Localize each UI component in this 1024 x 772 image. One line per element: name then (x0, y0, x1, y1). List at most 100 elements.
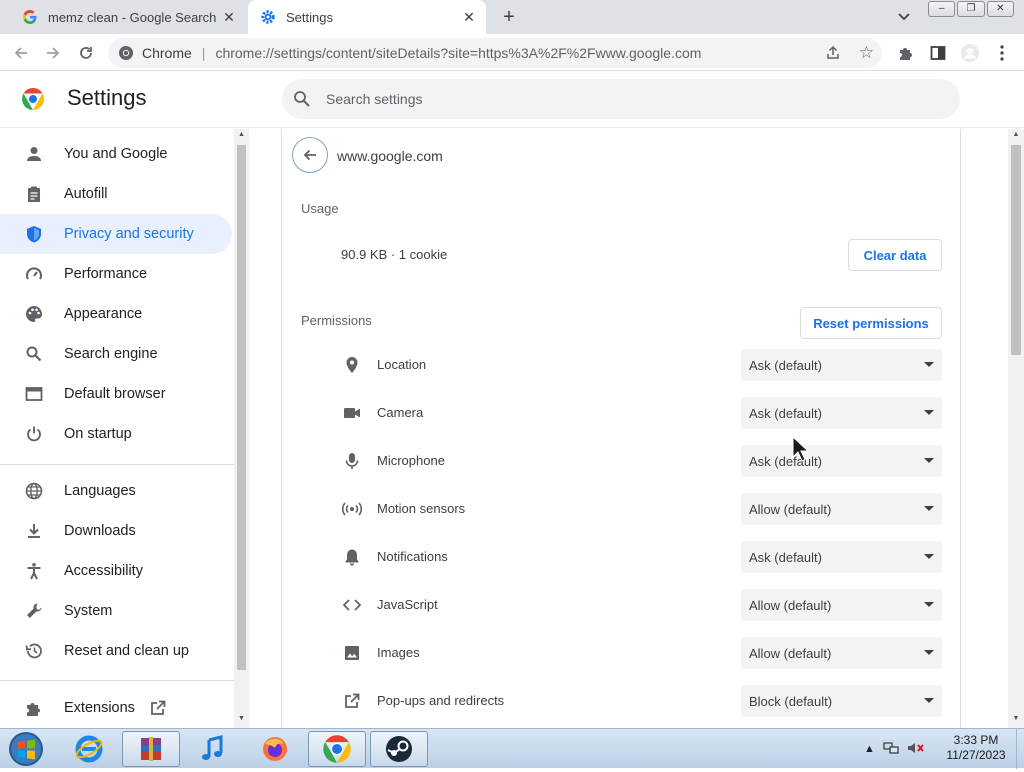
open-in-new-icon (342, 691, 362, 711)
scrollbar-thumb[interactable] (1011, 145, 1021, 355)
permission-row-javascript: JavaScript Allow (default) (282, 583, 962, 631)
winrar-icon[interactable] (122, 731, 180, 767)
dropdown-arrow-icon (924, 650, 934, 655)
scroll-down-arrow-icon[interactable]: ▼ (234, 715, 249, 722)
permission-select-notifications[interactable]: Ask (default) (741, 541, 942, 573)
search-box[interactable] (282, 79, 960, 119)
permission-label: Images (377, 645, 420, 660)
volume-muted-icon[interactable] (907, 741, 925, 758)
clock-time: 3:33 PM (953, 733, 999, 747)
sidebar-item-appearance[interactable]: Appearance (0, 294, 232, 334)
kebab-menu-icon[interactable] (992, 43, 1012, 63)
back-button[interactable] (292, 137, 328, 173)
tab-google-search[interactable]: memz clean - Google Search ✕ (8, 0, 246, 34)
page-title: Settings (67, 85, 147, 110)
extensions-puzzle-icon[interactable] (896, 43, 916, 63)
internet-explorer-icon[interactable] (60, 731, 118, 767)
permission-select-motion-sensors[interactable]: Allow (default) (741, 493, 942, 525)
show-hidden-icons-icon[interactable]: ▲ (864, 743, 875, 755)
close-tab-icon[interactable]: ✕ (458, 9, 480, 26)
scroll-down-arrow-icon[interactable]: ▼ (1008, 715, 1024, 722)
google-g-icon (22, 9, 38, 25)
scroll-up-arrow-icon[interactable]: ▲ (234, 131, 249, 138)
permission-row-microphone: Microphone Ask (default) (282, 439, 962, 487)
chrome-site-icon (118, 45, 134, 61)
tab-search-chevron-icon[interactable] (894, 8, 914, 26)
permission-label: Pop-ups and redirects (377, 693, 505, 708)
permission-select-location[interactable]: Ask (default) (741, 349, 942, 381)
scroll-up-arrow-icon[interactable]: ▲ (1008, 131, 1024, 138)
permission-value: Allow (default) (749, 597, 832, 613)
usage-header: Usage (301, 201, 339, 216)
mouse-cursor-icon (792, 435, 816, 469)
site-details-panel: www.google.com Usage 90.9 KB · 1 cookie … (249, 129, 1008, 728)
sidebar-item-default-browser[interactable]: Default browser (0, 374, 232, 414)
back-arrow-icon[interactable] (10, 42, 32, 64)
sidebar-item-privacy-and-security[interactable]: Privacy and security (0, 214, 232, 254)
permissions-header: Permissions (301, 313, 372, 328)
search-input[interactable] (326, 91, 886, 107)
clock[interactable]: 3:33 PM 11/27/2023 (938, 733, 1014, 763)
steam-icon[interactable] (370, 731, 428, 767)
sidebar-item-you-and-google[interactable]: You and Google (0, 134, 232, 174)
sidebar-item-search-engine[interactable]: Search engine (0, 334, 232, 374)
sidebar-item-extensions[interactable]: Extensions (0, 688, 232, 728)
system-tray: ▲ (864, 733, 934, 765)
reset-permissions-button[interactable]: Reset permissions (800, 307, 942, 339)
download-icon (24, 521, 44, 541)
minimize-button[interactable]: – (928, 1, 956, 17)
permission-select-popups[interactable]: Block (default) (741, 685, 942, 717)
side-panel-icon[interactable] (928, 43, 948, 63)
tab-settings[interactable]: Settings ✕ (248, 0, 486, 34)
reload-icon[interactable] (75, 42, 97, 64)
show-desktop-button[interactable] (1016, 729, 1024, 769)
sidebar-item-label: Default browser (64, 386, 166, 402)
restore-button[interactable]: ❐ (957, 1, 985, 17)
sidebar-item-performance[interactable]: Performance (0, 254, 232, 294)
omnibox-url[interactable]: chrome://settings/content/siteDetails?si… (215, 45, 701, 61)
sidebar-item-languages[interactable]: Languages (0, 471, 232, 511)
sidebar-scrollbar[interactable]: ▲ ▼ (234, 129, 249, 728)
forward-arrow-icon[interactable] (42, 42, 64, 64)
sidebar-item-label: Extensions (64, 700, 135, 716)
arrow-back-icon (303, 149, 316, 161)
new-tab-button[interactable]: + (496, 6, 522, 28)
sidebar-divider (0, 464, 234, 465)
profile-avatar[interactable] (960, 43, 980, 63)
search-icon (24, 344, 44, 364)
permission-row-motion-sensors: Motion sensors Allow (default) (282, 487, 962, 535)
permission-select-javascript[interactable]: Allow (default) (741, 589, 942, 621)
open-in-new-icon (149, 699, 167, 717)
chrome-icon[interactable] (308, 731, 366, 767)
sidebar-item-reset-and-clean-up[interactable]: Reset and clean up (0, 631, 232, 671)
start-button[interactable] (6, 731, 46, 767)
sidebar-item-downloads[interactable]: Downloads (0, 511, 232, 551)
permission-select-camera[interactable]: Ask (default) (741, 397, 942, 429)
bookmark-star-icon[interactable]: ☆ (859, 43, 874, 63)
scrollbar-thumb[interactable] (237, 145, 246, 670)
puzzle-icon (24, 698, 44, 718)
sidebar-item-accessibility[interactable]: Accessibility (0, 551, 232, 591)
palette-icon (24, 304, 44, 324)
network-icon[interactable] (883, 741, 899, 758)
itunes-icon[interactable] (184, 731, 242, 767)
permission-select-images[interactable]: Allow (default) (741, 637, 942, 669)
sensors-icon (342, 499, 362, 519)
tab-title: memz clean - Google Search (48, 9, 217, 25)
sidebar-item-system[interactable]: System (0, 591, 232, 631)
sidebar-item-on-startup[interactable]: On startup (0, 414, 232, 454)
close-tab-icon[interactable]: ✕ (218, 9, 240, 26)
bell-icon (342, 547, 362, 567)
close-window-button[interactable]: ✕ (986, 1, 1014, 17)
main-scrollbar[interactable]: ▲ ▼ (1008, 129, 1024, 728)
omnibox-separator: | (201, 45, 206, 61)
shield-icon (24, 224, 44, 244)
permission-select-microphone[interactable]: Ask (default) (741, 445, 942, 477)
firefox-icon[interactable] (246, 731, 304, 767)
sidebar-item-autofill[interactable]: Autofill (0, 174, 232, 214)
address-bar[interactable]: Chrome | chrome://settings/content/siteD… (108, 38, 882, 68)
clear-data-button[interactable]: Clear data (848, 239, 942, 271)
permission-row-notifications: Notifications Ask (default) (282, 535, 962, 583)
share-icon[interactable] (824, 44, 842, 65)
permission-label: Microphone (377, 453, 445, 468)
